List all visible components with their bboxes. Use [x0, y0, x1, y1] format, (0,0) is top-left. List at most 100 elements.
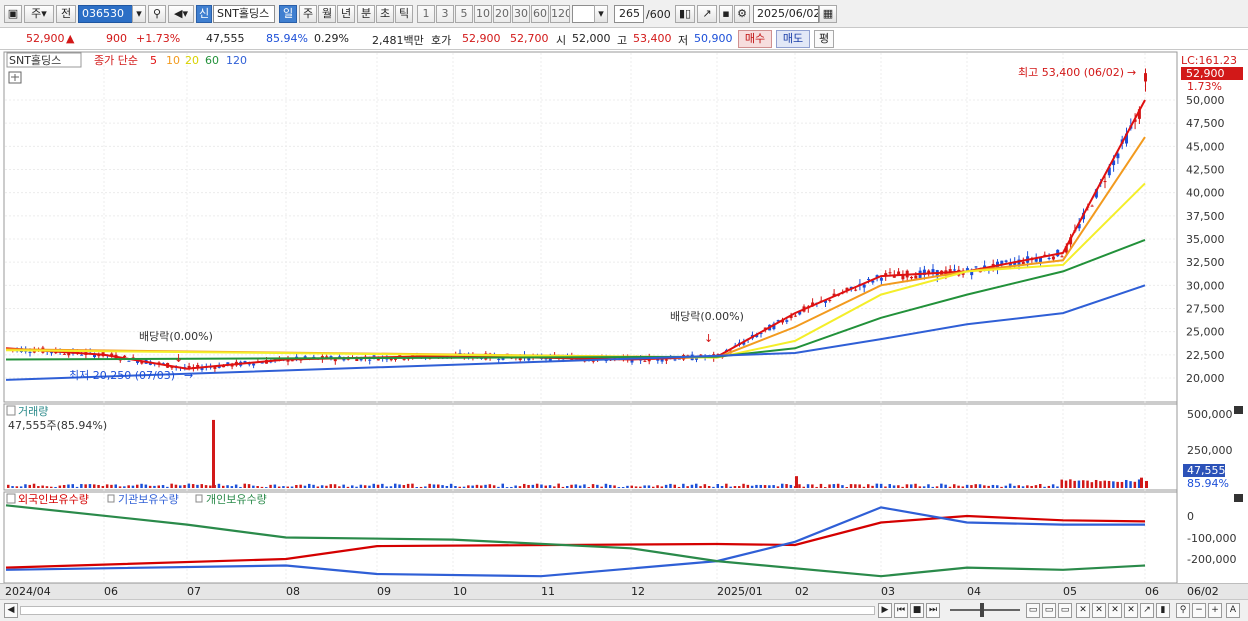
- buy-button[interactable]: 매수: [738, 30, 772, 48]
- interval-120[interactable]: 120: [550, 5, 570, 23]
- period-week[interactable]: 주: [299, 5, 317, 23]
- price-tick: 35,000: [1186, 233, 1225, 246]
- low-annotation: 최저 20,250 (07/03): [69, 369, 175, 382]
- volume-bar: [368, 485, 371, 488]
- date-label-11: 11: [541, 585, 555, 598]
- volume-bar: [179, 485, 182, 488]
- volume-panel-close-icon[interactable]: [1234, 406, 1243, 414]
- zoom-slider-handle[interactable]: [980, 603, 984, 617]
- stock-name-field[interactable]: SNT홀딩스: [213, 5, 275, 23]
- volume-bar: [484, 484, 487, 488]
- period-day[interactable]: 일: [279, 5, 297, 23]
- scroll-right-icon[interactable]: ▶: [878, 603, 892, 618]
- volume-bar: [772, 485, 775, 488]
- interval-1[interactable]: 1: [417, 5, 435, 23]
- interval-3[interactable]: 3: [436, 5, 454, 23]
- volume-bar: [553, 486, 556, 488]
- interval-30[interactable]: 30: [512, 5, 530, 23]
- date-axis: 2024/04 06 07 08 09 10 11 12 2025/01 02 …: [0, 583, 1248, 599]
- volume-bar: [209, 485, 212, 488]
- interval-10[interactable]: 10: [474, 5, 492, 23]
- candle: [974, 266, 978, 268]
- volume-bar: [67, 484, 70, 488]
- volume-bar: [867, 484, 870, 488]
- avg-button[interactable]: 평: [814, 30, 834, 48]
- layout-icon-1[interactable]: ▭: [1026, 603, 1040, 618]
- save-icon[interactable]: ▪: [719, 5, 733, 23]
- layout-icon-2[interactable]: ▭: [1042, 603, 1056, 618]
- volume-panel-toggle[interactable]: [6, 405, 16, 416]
- volume-bar: [488, 484, 492, 488]
- volume-bar: [574, 484, 578, 488]
- volume-last-pct: 85.94%: [1187, 477, 1229, 490]
- crosshair-alt3-icon[interactable]: ✕: [1124, 603, 1138, 618]
- zoom-in-icon[interactable]: +: [1208, 603, 1222, 618]
- volume-bar: [673, 484, 676, 488]
- dividend-label-2: 배당락(0.00%): [670, 310, 744, 323]
- volume-bar: [806, 484, 810, 488]
- volume-bar: [978, 484, 982, 488]
- calendar-icon[interactable]: ▦: [819, 5, 837, 23]
- volume-bar: [626, 485, 629, 488]
- draw-icon[interactable]: ↗: [1140, 603, 1154, 618]
- last-price-label: 52,900: [1186, 67, 1225, 80]
- candle: [879, 277, 883, 281]
- stop-icon[interactable]: ■: [910, 603, 924, 618]
- interval-5[interactable]: 5: [455, 5, 473, 23]
- date-label-06: 06: [104, 585, 118, 598]
- sound-icon[interactable]: ◀▾: [168, 5, 194, 23]
- market-select[interactable]: 주▾: [24, 5, 54, 23]
- holdings-panel-toggle[interactable]: [6, 493, 16, 504]
- volume-bar: [282, 486, 285, 488]
- interval-dropdown-icon[interactable]: ▾: [594, 5, 608, 23]
- code-dropdown-icon[interactable]: ▾: [132, 5, 146, 23]
- display-count-input[interactable]: 265: [614, 5, 644, 23]
- period-year[interactable]: 년: [337, 5, 355, 23]
- candle: [213, 367, 217, 369]
- scroll-left-icon[interactable]: ◀: [4, 603, 18, 618]
- scroll-bar[interactable]: ◀ ▶ ⏮ ■ ⏭ ▭ ▭ ▭ ✕ ✕ ✕ ✕ ↗ ▮ ⚲ − + A: [0, 599, 1248, 621]
- crosshair-alt2-icon[interactable]: ✕: [1108, 603, 1122, 618]
- date-label-04: 04: [967, 585, 981, 598]
- zoom-out-icon[interactable]: −: [1192, 603, 1206, 618]
- date-label-08: 08: [286, 585, 300, 598]
- volume-bar: [763, 485, 767, 488]
- period-month[interactable]: 월: [318, 5, 336, 23]
- candle: [914, 275, 918, 279]
- volume-bar: [785, 484, 788, 488]
- zoom-slider[interactable]: [950, 609, 1020, 611]
- holdings-panel-close-icon[interactable]: [1234, 494, 1243, 502]
- skip-back-icon[interactable]: ⏮: [894, 603, 908, 618]
- date-input[interactable]: 2025/06/02: [753, 5, 819, 23]
- period-tick[interactable]: 틱: [395, 5, 413, 23]
- crosshair-icon[interactable]: ✕: [1076, 603, 1090, 618]
- skip-forward-icon[interactable]: ⏭: [926, 603, 940, 618]
- volume-bar: [127, 485, 130, 488]
- window-menu-icon[interactable]: ▣: [4, 5, 22, 23]
- chart-area[interactable]: SNT홀딩스 종가 단순 5 10 20 60 120 최고 53,400 (0…: [0, 50, 1248, 583]
- prev-button[interactable]: 전: [56, 5, 76, 23]
- search-icon[interactable]: ⚲: [148, 5, 166, 23]
- volume-bar: [544, 485, 547, 488]
- candle-type-icon[interactable]: ▮▯: [675, 5, 695, 23]
- zoom-icon[interactable]: ⚲: [1176, 603, 1190, 618]
- crosshair-alt-icon[interactable]: ✕: [1092, 603, 1106, 618]
- chart-mode-icon[interactable]: ▮: [1156, 603, 1170, 618]
- layout-icon-3[interactable]: ▭: [1058, 603, 1072, 618]
- gear-icon[interactable]: ⚙: [734, 5, 750, 23]
- holdings-legend-toggle[interactable]: [195, 494, 203, 503]
- sell-button[interactable]: 매도: [776, 30, 810, 48]
- interval-20[interactable]: 20: [493, 5, 511, 23]
- volume-bar: [1129, 481, 1132, 488]
- holdings-legend-toggle[interactable]: [107, 494, 115, 503]
- volume-bar: [406, 483, 410, 488]
- interval-60[interactable]: 60: [531, 5, 549, 23]
- volume-bar: [480, 485, 483, 488]
- period-second[interactable]: 초: [376, 5, 394, 23]
- volume-bar: [669, 483, 672, 488]
- scroll-track[interactable]: [20, 606, 875, 615]
- draw-tool-icon[interactable]: ↗: [697, 5, 717, 23]
- font-size-icon[interactable]: A: [1226, 603, 1240, 618]
- volume-bar: [11, 486, 14, 488]
- period-minute[interactable]: 분: [357, 5, 375, 23]
